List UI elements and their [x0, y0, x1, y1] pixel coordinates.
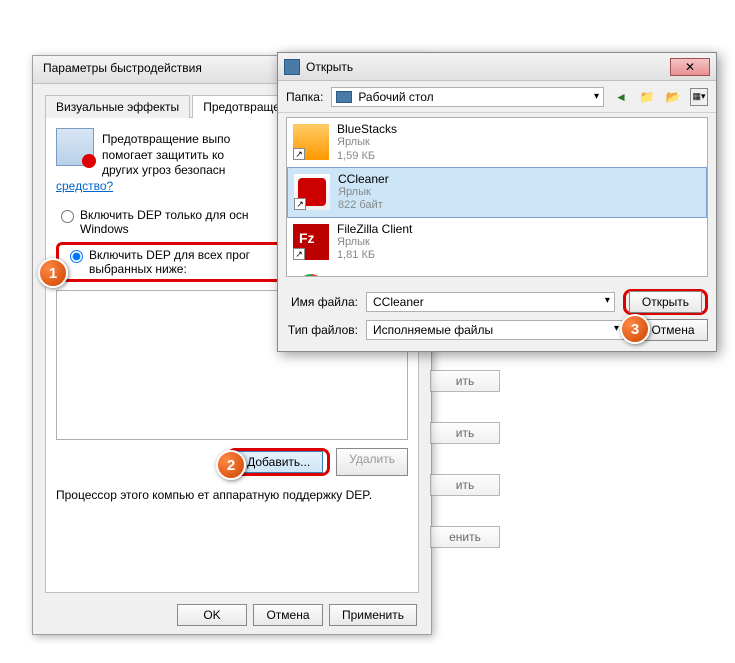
file-size: 1,59 КБ — [337, 150, 397, 163]
file-item-filezilla[interactable]: Fz↗ FileZilla ClientЯрлык1,81 КБ — [287, 218, 707, 267]
filetype-value: Исполняемые файлы — [373, 323, 493, 337]
radio-dep-essential-input[interactable] — [61, 210, 74, 223]
radio-label: Включить DEP для всех прог выбранных ниж… — [89, 248, 250, 276]
file-type: Ярлык — [337, 236, 412, 249]
file-name: FileZilla Client — [337, 222, 412, 236]
ghost-button: ить — [430, 422, 500, 444]
dialog-icon — [284, 59, 300, 75]
filename-value: CCleaner — [373, 295, 424, 309]
cancel-button[interactable]: Отмена — [253, 604, 323, 626]
add-button[interactable]: Добавить... — [234, 451, 323, 473]
up-folder-icon[interactable]: 📁 — [638, 88, 656, 106]
open-toolbar: Папка: Рабочий стол ◄ 📁 📂 ▦▾ — [278, 81, 716, 113]
file-size: 1,81 КБ — [337, 249, 412, 262]
desktop-icon — [336, 91, 352, 103]
radio-label: Включить DEP только для осн Windows — [80, 208, 249, 236]
file-name: BlueStacks — [337, 122, 397, 136]
back-icon[interactable]: ◄ — [612, 88, 630, 106]
chrome-icon — [293, 270, 329, 277]
folder-label: Папка: — [286, 90, 323, 104]
file-size: 822 байт — [338, 199, 389, 212]
bluestacks-icon: ↗ — [293, 124, 329, 160]
close-button[interactable]: ✕ — [670, 58, 710, 76]
open-file-dialog: Открыть ✕ Папка: Рабочий стол ◄ 📁 📂 ▦▾ ↗… — [277, 52, 717, 352]
step-badge-1: 1 — [38, 258, 68, 288]
open-button[interactable]: Открыть — [629, 291, 702, 313]
step-badge-2: 2 — [216, 450, 246, 480]
dep-shield-icon — [56, 128, 94, 166]
ok-button[interactable]: OK — [177, 604, 247, 626]
shortcut-arrow-icon: ↗ — [293, 148, 305, 160]
background-window-buttons: ить ить ить енить — [430, 370, 480, 578]
open-button-highlight: Открыть — [623, 289, 708, 315]
shortcut-arrow-icon: ↗ — [293, 248, 305, 260]
file-type: Ярлык — [337, 136, 397, 149]
ghost-button: ить — [430, 370, 500, 392]
new-folder-icon[interactable]: 📂 — [664, 88, 682, 106]
filename-label: Имя файла: — [286, 295, 358, 309]
folder-combo[interactable]: Рабочий стол — [331, 87, 604, 107]
file-item-ccleaner[interactable]: ↗ CCleanerЯрлык822 байт — [287, 167, 707, 218]
filetype-label: Тип файлов: — [286, 323, 358, 337]
filetype-combo[interactable]: Исполняемые файлы — [366, 320, 624, 340]
ghost-button: ить — [430, 474, 500, 496]
tab-visual-effects[interactable]: Визуальные эффекты — [45, 95, 190, 118]
file-type: Ярлык — [338, 186, 389, 199]
view-menu-icon[interactable]: ▦▾ — [690, 88, 708, 106]
open-dialog-title: Открыть — [306, 60, 353, 74]
open-dialog-titlebar: Открыть ✕ — [278, 53, 716, 81]
folder-value: Рабочий стол — [358, 90, 433, 104]
step-badge-3: 3 — [620, 314, 650, 344]
file-name: CCleaner — [338, 172, 389, 186]
shortcut-arrow-icon: ↗ — [294, 198, 306, 210]
filename-combo[interactable]: CCleaner — [366, 292, 615, 312]
filezilla-icon: Fz↗ — [293, 224, 329, 260]
ghost-button: енить — [430, 526, 500, 548]
file-item-chrome[interactable]: Google Chrome — [287, 266, 707, 277]
remove-button: Удалить — [336, 448, 408, 476]
file-item-bluestacks[interactable]: ↗ BlueStacksЯрлык1,59 КБ — [287, 118, 707, 167]
ccleaner-icon: ↗ — [294, 174, 330, 210]
file-list[interactable]: ↗ BlueStacksЯрлык1,59 КБ ↗ CCleanerЯрлык… — [286, 117, 708, 277]
dep-help-link[interactable]: средство? — [56, 179, 113, 193]
radio-dep-all-input[interactable] — [70, 250, 83, 263]
cpu-support-text: Процессор этого компью ет аппаратную под… — [56, 488, 408, 504]
apply-button[interactable]: Применить — [329, 604, 417, 626]
